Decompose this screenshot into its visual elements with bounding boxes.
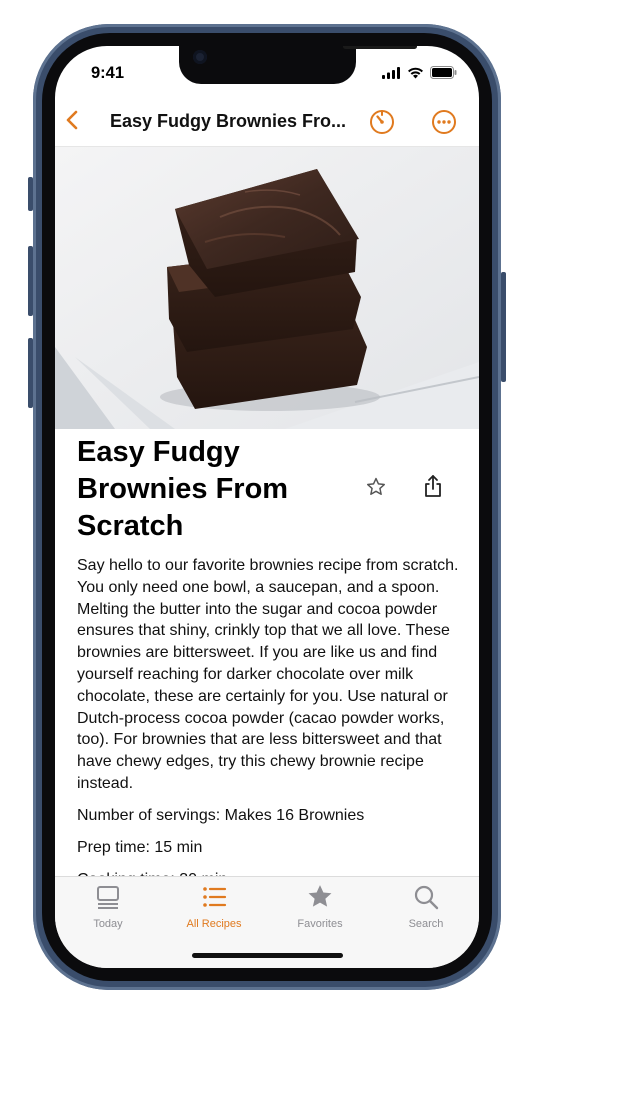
today-icon [97,886,119,909]
volume-up-button [28,246,33,316]
tab-label-favorites: Favorites [297,918,343,930]
status-icons [382,66,457,79]
timer-icon [370,110,394,134]
tab-favorites[interactable]: Favorites [275,883,365,930]
list-icon [203,887,227,907]
status-time: 9:41 [91,64,125,82]
recipe-content: Easy Fudgy Brownies From Scratch Say hel… [77,434,461,889]
favorite-button[interactable] [365,476,387,503]
camera [193,50,207,64]
search-icon [414,885,439,910]
tab-label-all-recipes: All Recipes [186,918,242,930]
prep-time: Prep time: 15 min [77,838,203,856]
screen: 9:41 Easy Fudgy Brownies Fro... Easy Fud… [55,46,479,968]
recipe-description: Say hello to our favorite brownies recip… [77,557,459,792]
back-button[interactable] [63,108,83,137]
share-button[interactable] [423,474,443,503]
more-icon [432,110,456,134]
tab-label-today: Today [93,918,123,930]
volume-down-button [28,338,33,408]
tab-all-recipes[interactable]: All Recipes [169,883,259,930]
recipe-hero-image [55,147,479,429]
tab-today[interactable]: Today [63,883,153,930]
servings: Number of servings: Makes 16 Brownies [77,806,365,824]
recipe-title: Easy Fudgy Brownies From Scratch [77,436,289,542]
navigation-bar: Easy Fudgy Brownies Fro... [55,96,479,147]
home-indicator [192,953,343,958]
more-button[interactable] [430,108,458,141]
wifi-icon [408,67,423,78]
tab-label-search: Search [408,918,444,930]
power-button [501,272,506,382]
tab-search[interactable]: Search [381,883,471,930]
share-icon [425,475,441,497]
cellular-signal-icon [382,66,400,79]
speaker [343,46,417,49]
chevron-left-icon [66,110,78,130]
mute-switch [28,177,33,211]
timer-button[interactable] [368,108,396,141]
notch [179,46,417,84]
star-outline-icon [367,477,385,495]
nav-title: Easy Fudgy Brownies Fro... [110,111,347,131]
battery-icon [430,66,457,79]
star-icon [308,885,332,907]
